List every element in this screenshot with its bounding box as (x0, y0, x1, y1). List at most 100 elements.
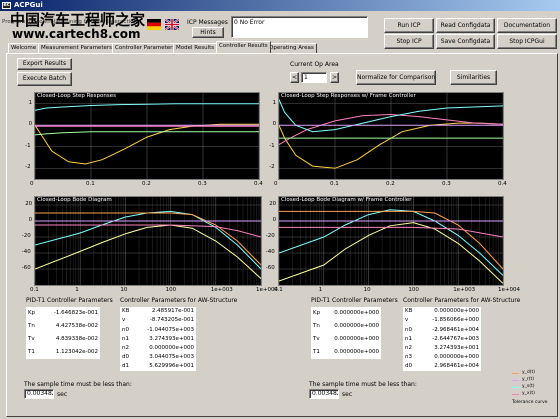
plot-title: Closed-Loop Bode Diagram w/ Frame Contro… (281, 197, 412, 203)
y-tick-label: -20 (265, 233, 275, 239)
param-value: 4.427538e-002 (55, 323, 98, 330)
param-value: 0.000000e+000 (334, 349, 379, 356)
x-tick-label: 10 (120, 287, 128, 293)
param-name: KB (405, 308, 413, 315)
tab-controller-results[interactable]: Controller Results (216, 41, 271, 53)
tab-welcome[interactable]: Welcome (8, 43, 40, 53)
legend-item: y_s(t) (522, 384, 535, 389)
step-response-svg (35, 93, 259, 179)
y-tick-label: 1 (28, 99, 33, 106)
pid-left-title: PID-T1 Controller Parameters (26, 297, 113, 304)
param-value: -1.044075e+003 (147, 326, 194, 333)
param-name: d1 (122, 363, 129, 370)
save-configdata-button[interactable]: Save Configdata (436, 34, 495, 49)
param-name: Tv (28, 336, 35, 343)
bode-plot: Closed-Loop Bode Diagram (34, 196, 262, 286)
param-name: n3 (405, 353, 412, 360)
similarities-button[interactable]: Similarities (450, 70, 497, 85)
op-area-input[interactable]: 1 (301, 72, 327, 83)
tab-operating-areas[interactable]: Operating Areas (266, 43, 317, 53)
table-row: n0 -2.968461e+004 (403, 325, 481, 334)
x-tick-label: 0.1 (30, 287, 39, 293)
x-tick-label: 100 (165, 287, 177, 293)
table-row: Tn 4.427538e-002 (26, 320, 100, 333)
y-tick-label: -2 (25, 164, 31, 171)
run-icp-button[interactable]: Run ICP (384, 18, 434, 33)
table-row: Kp 0.000000e+000 (311, 307, 381, 320)
flag-uk-icon[interactable] (165, 19, 179, 30)
series-line-1 (35, 210, 261, 270)
tab-controller-parameters[interactable]: Controller Parameters (112, 43, 179, 53)
pid-left-table: Kp -1.646823e-001 Tn 4.427538e-002 Tv 4.83933… (26, 307, 100, 359)
step-response-plot: Closed-Loop Step Responses (34, 92, 260, 180)
tab-model-results[interactable]: Model Results (173, 43, 218, 53)
x-tick-label: 0.2 (142, 181, 151, 187)
x-tick-label: 1 (318, 287, 323, 293)
stop-icp-button[interactable]: Stop ICP (384, 34, 434, 49)
param-value: 5.629996e+001 (149, 363, 194, 370)
step-response-frame-plot: Closed-Loop Step Responses w/ Frame Cont… (278, 92, 504, 180)
param-value: -8.743205e-001 (149, 317, 194, 324)
op-area-prev-button[interactable]: < (290, 72, 299, 83)
legend-item: Tolerance curve (512, 400, 548, 405)
watermark-url: www.cartech8.com (12, 27, 141, 41)
x-tick-label: 1e+003 (210, 287, 233, 293)
table-row: n0 -1.044075e+003 (120, 325, 196, 334)
param-value: 0.000000e+000 (334, 336, 379, 343)
table-row: n2 0.000000e+000 (120, 344, 196, 353)
table-row: KB 2.485917e-001 (120, 307, 196, 316)
param-value: -2.968461e+004 (432, 326, 479, 333)
legend-item: y_d(t) (522, 370, 536, 375)
x-tick-label: 1e+004 (498, 287, 520, 293)
param-name: Kp (313, 310, 321, 317)
y-tick-label: 0 (28, 121, 33, 128)
x-tick-label: 0.3 (198, 181, 207, 187)
legend-swatch (512, 394, 519, 395)
table-row: n1 -2.644767e+003 (403, 334, 481, 343)
y-tick-label: -40 (21, 249, 31, 255)
param-name: Kp (28, 310, 36, 317)
param-name: n1 (122, 335, 129, 342)
y-tick-label: 20 (269, 201, 277, 207)
window-title: ACPGui (14, 1, 43, 9)
export-results-button[interactable]: Export Results (17, 58, 72, 70)
sample-time-right-label: The sample time must be less than: (309, 381, 417, 388)
normalize-button[interactable]: Normalize for Comparison (356, 70, 436, 85)
x-tick-label: 0 (30, 181, 34, 187)
legend-item: y_r(t) (522, 377, 535, 382)
x-tick-label: 1 (75, 287, 79, 293)
param-value: 0.000000e+000 (434, 308, 479, 315)
read-configdata-button[interactable]: Read Configdata (436, 18, 495, 33)
table-row: Tn 0.000000e+000 (311, 320, 381, 333)
x-tick-label: 0.4 (498, 181, 507, 187)
x-tick-label: 0.1 (86, 181, 95, 187)
x-tick-label: 0.4 (254, 181, 263, 187)
param-name: KB (122, 308, 130, 315)
flag-de-icon[interactable] (147, 19, 161, 30)
sample-time-right-unit: sec (342, 391, 353, 398)
y-tick-label: -1 (25, 142, 31, 149)
stop-icpgui-button[interactable]: Stop ICPGui (497, 34, 557, 49)
param-value: 0.000000e+000 (149, 344, 194, 351)
documentation-button[interactable]: Documentation (497, 18, 557, 33)
table-row: v -8.743205e-001 (120, 316, 196, 325)
bode-frame-svg (279, 197, 503, 285)
y-tick-label: -1 (269, 142, 275, 149)
param-name: n1 (405, 335, 412, 342)
step-response-frame-svg (279, 93, 503, 179)
tab-measurement-parameters[interactable]: Measurement Parameters (38, 43, 115, 53)
y-tick-label: -2 (269, 164, 275, 171)
param-value: 3.274393e+001 (434, 344, 479, 351)
app-icon: ec (2, 2, 11, 9)
table-row: Kp -1.646823e-001 (26, 307, 100, 320)
legend-item: y_x(t) (522, 391, 535, 396)
hints-button[interactable]: Hints (192, 27, 224, 38)
legend: y_d(t) y_r(t) y_s(t) y_x(t) Tolerance curve (510, 370, 558, 410)
y-tick-label: 0 (28, 217, 33, 223)
sample-time-right-field: 0.0034827 (309, 389, 339, 399)
table-row: T1 1.123042e-002 (26, 346, 100, 359)
param-name: Tn (313, 323, 320, 330)
param-value: 3.044075e+003 (149, 353, 194, 360)
op-area-next-button[interactable]: > (330, 72, 339, 83)
execute-batch-button[interactable]: Execute Batch (17, 72, 72, 86)
